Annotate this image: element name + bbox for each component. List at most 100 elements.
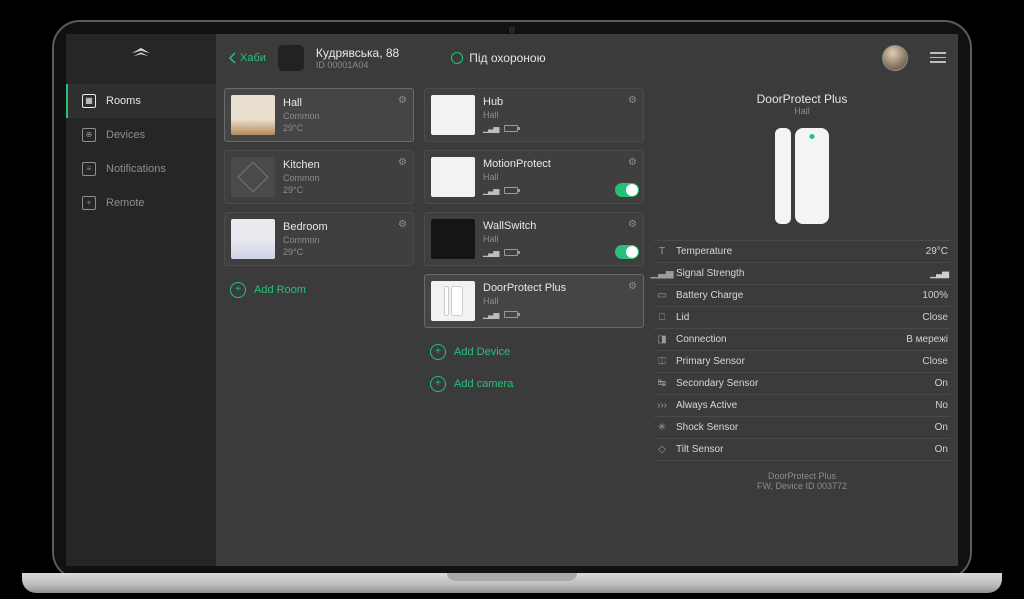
room-name: Bedroom <box>283 221 407 233</box>
notifications-icon: ≡ <box>82 162 96 176</box>
prop-label: Always Active <box>676 400 737 411</box>
rooms-icon: ▦ <box>82 94 96 108</box>
add-camera-label: Add camera <box>454 378 513 390</box>
room-temp: 29°C <box>283 247 407 257</box>
hub-thumbnail[interactable] <box>278 45 304 71</box>
prop-row: ◇ Tilt Sensor On <box>654 438 950 461</box>
room-card-bedroom[interactable]: Bedroom Common 29°C ⚙ <box>224 212 414 266</box>
sidebar-item-label: Rooms <box>106 95 141 107</box>
sidebar-item-label: Devices <box>106 129 145 141</box>
detail-room: Hall <box>654 106 950 116</box>
prop-icon: ⎕ <box>656 312 668 323</box>
prop-label: Battery Charge <box>676 290 743 301</box>
device-card-doorprotect[interactable]: DoorProtect Plus Hall ▁▃▅ ⚙ <box>424 274 644 328</box>
prop-icon: ✳ <box>656 422 668 433</box>
plus-icon: + <box>430 376 446 392</box>
sidebar-item-notifications[interactable]: ≡ Notifications <box>66 152 216 186</box>
add-room-label: Add Room <box>254 284 306 296</box>
plus-icon: + <box>230 282 246 298</box>
prop-row: ⎕ Lid Close <box>654 306 950 328</box>
avatar[interactable] <box>882 45 908 71</box>
plus-icon: + <box>430 344 446 360</box>
gear-icon[interactable]: ⚙ <box>398 219 407 230</box>
prop-value: 29°C <box>926 246 948 257</box>
prop-icon: ↹ <box>656 378 668 389</box>
add-device-button[interactable]: + Add Device <box>424 336 644 368</box>
prop-label: Secondary Sensor <box>676 378 758 389</box>
device-room: Hall <box>483 296 637 306</box>
device-room: Hall <box>483 110 637 120</box>
prop-icon: ⎅ <box>656 356 668 367</box>
prop-value: On <box>935 378 948 389</box>
device-thumb <box>431 219 475 259</box>
devices-icon: ⊕ <box>82 128 96 142</box>
prop-row: ↹ Secondary Sensor On <box>654 372 950 394</box>
battery-icon <box>504 311 518 318</box>
room-temp: 29°C <box>283 123 407 133</box>
sidebar-item-rooms[interactable]: ▦ Rooms <box>66 84 216 118</box>
sidebar-item-remote[interactable]: + Remote <box>66 186 216 220</box>
prop-value: On <box>935 422 948 433</box>
back-button[interactable]: Хаби <box>228 52 266 64</box>
gear-icon[interactable]: ⚙ <box>628 281 637 292</box>
prop-row: ▭Battery Charge100% <box>654 284 950 306</box>
gear-icon[interactable]: ⚙ <box>628 157 637 168</box>
signal-icon: ▁▃▅ <box>483 310 498 319</box>
gear-icon[interactable]: ⚙ <box>398 95 407 106</box>
add-camera-button[interactable]: + Add camera <box>424 368 644 400</box>
prop-icon: ◨ <box>656 334 668 345</box>
status-ring-icon <box>451 52 463 64</box>
prop-icon: ▭ <box>656 290 668 301</box>
add-room-button[interactable]: + Add Room <box>224 274 414 306</box>
sidebar-item-label: Remote <box>106 197 145 209</box>
prop-row: ▁▃▅Signal Strength▁▃▅ <box>654 262 950 284</box>
battery-icon <box>504 187 518 194</box>
prop-label: Lid <box>676 312 689 323</box>
device-card-wallswitch[interactable]: WallSwitch Hall ▁▃▅ ⚙ <box>424 212 644 266</box>
remote-icon: + <box>82 196 96 210</box>
prop-label: Primary Sensor <box>676 356 745 367</box>
rooms-column: Hall Common 29°C ⚙ Kitchen Comm <box>224 88 414 556</box>
menu-icon[interactable] <box>930 52 946 63</box>
hub-id: ID 00001A04 <box>316 60 399 70</box>
prop-value: В мережі <box>906 334 948 345</box>
device-name: Hub <box>483 96 637 108</box>
hub-name: Кудрявська, 88 <box>316 46 399 60</box>
device-room: Hall <box>483 172 637 182</box>
detail-column: DoorProtect Plus Hall T Temperature 29°C ▁▃… <box>654 88 950 556</box>
device-thumb <box>431 281 475 321</box>
sidebar-item-devices[interactable]: ⊕ Devices <box>66 118 216 152</box>
add-device-label: Add Device <box>454 346 510 358</box>
prop-row: ›››Always ActiveNo <box>654 394 950 416</box>
sidebar: ▦ Rooms ⊕ Devices ≡ Notifications + <box>66 34 216 566</box>
device-card-motionprotect[interactable]: MotionProtect Hall ▁▃▅ ⚙ <box>424 150 644 204</box>
prop-icon: T <box>656 246 668 257</box>
gear-icon[interactable]: ⚙ <box>628 95 637 106</box>
prop-value: Close <box>922 312 948 323</box>
room-card-hall[interactable]: Hall Common 29°C ⚙ <box>224 88 414 142</box>
gear-icon[interactable]: ⚙ <box>398 157 407 168</box>
detail-footer-name: DoorProtect Plus <box>654 471 950 481</box>
detail-footer-id: FW, Device ID 003772 <box>654 481 950 491</box>
device-name: DoorProtect Plus <box>483 282 637 294</box>
prop-row: ⎅Primary SensorClose <box>654 350 950 372</box>
device-toggle[interactable] <box>615 245 639 259</box>
device-thumb <box>431 157 475 197</box>
prop-value: On <box>935 444 948 455</box>
device-card-hub[interactable]: Hub Hall ▁▃▅ ⚙ <box>424 88 644 142</box>
prop-label: Temperature <box>676 246 732 257</box>
battery-icon <box>504 249 518 256</box>
device-toggle[interactable] <box>615 183 639 197</box>
arm-status[interactable]: Під охороною <box>451 51 545 65</box>
prop-label: Connection <box>676 334 727 345</box>
room-temp: 29°C <box>283 185 407 195</box>
room-card-kitchen[interactable]: Kitchen Common 29°C ⚙ <box>224 150 414 204</box>
sidebar-item-label: Notifications <box>106 163 166 175</box>
signal-icon: ▁▃▅ <box>483 124 498 133</box>
gear-icon[interactable]: ⚙ <box>628 219 637 230</box>
prop-label: Tilt Sensor <box>676 444 723 455</box>
prop-icon: ◇ <box>656 444 668 455</box>
back-label: Хаби <box>240 52 266 64</box>
signal-icon: ▁▃▅ <box>483 248 498 257</box>
signal-icon: ▁▃▅ <box>483 186 498 195</box>
